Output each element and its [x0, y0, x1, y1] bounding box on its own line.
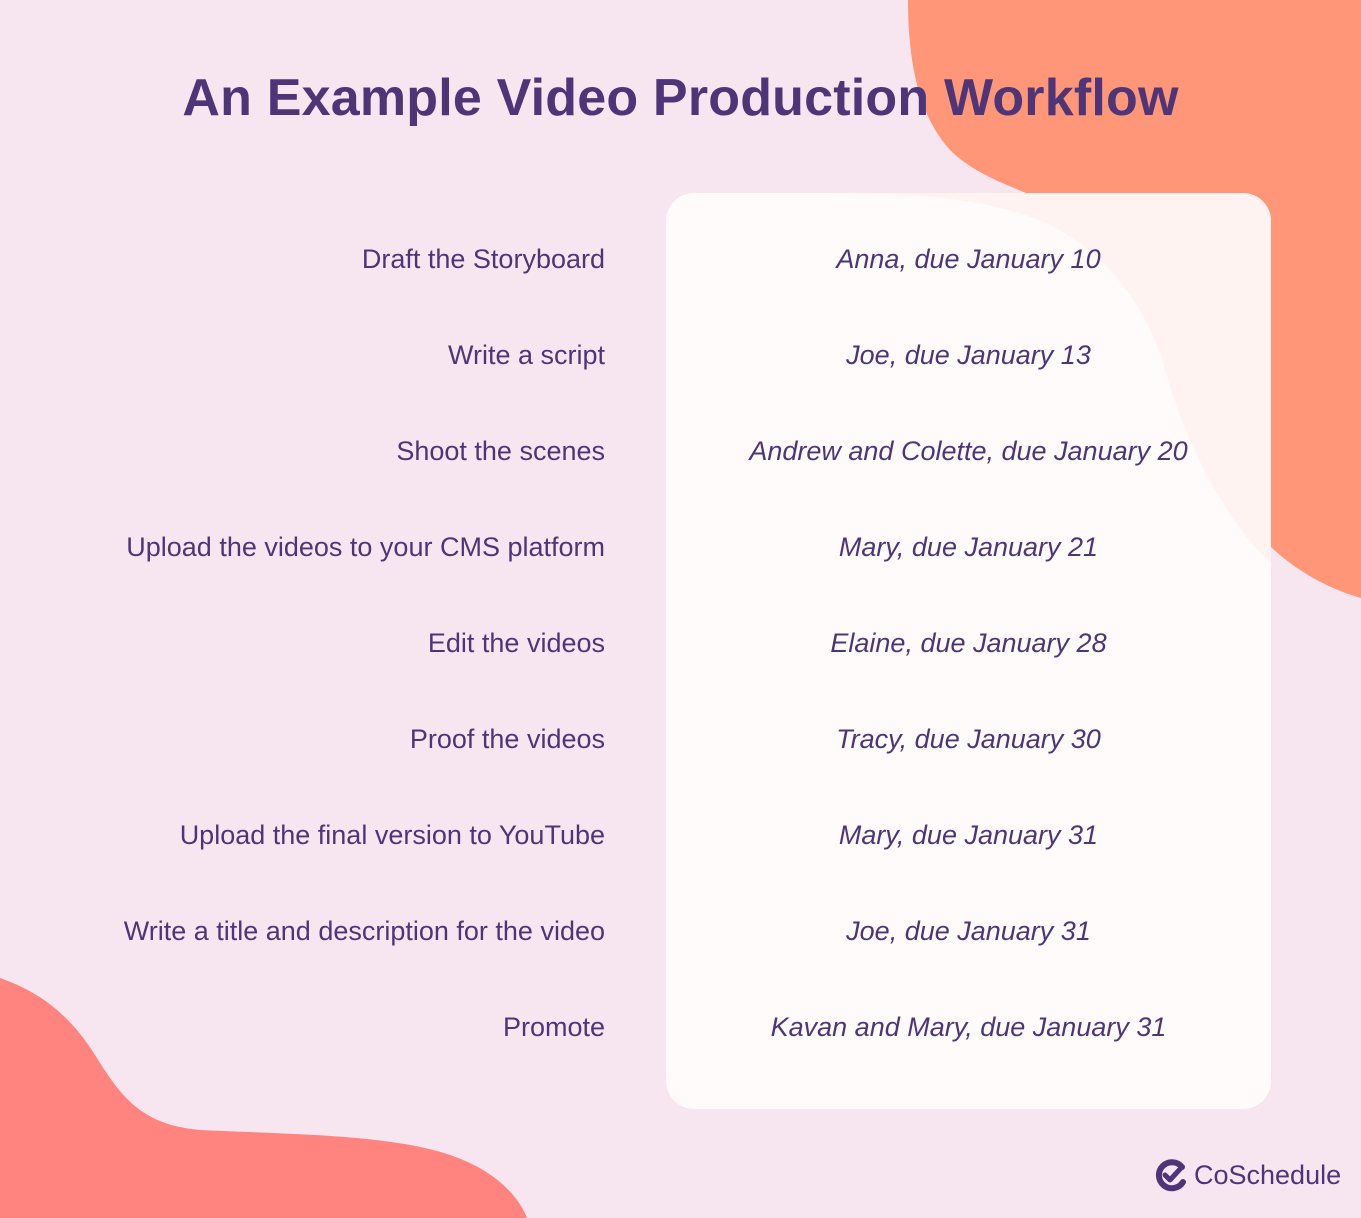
task-label: Shoot the scenes [396, 436, 605, 466]
brand-name: CoSchedule [1194, 1159, 1342, 1190]
owner-due-label: Tracy, due January 30 [836, 724, 1101, 754]
owner-due-label: Mary, due January 31 [838, 820, 1099, 850]
coschedule-logo: CoSchedule [1154, 1158, 1341, 1192]
check-circle-logo-icon [1155, 1159, 1186, 1192]
task-label: Upload the videos to your CMS platform [126, 532, 605, 562]
task-label: Proof the videos [409, 724, 605, 754]
task-label: Write a title and description for the vi… [123, 916, 605, 946]
page-title: An Example Video Production Workflow [182, 69, 1179, 127]
task-label: Write a script [447, 340, 605, 370]
task-label: Promote [502, 1012, 605, 1042]
bottom-left-blob [0, 978, 527, 1218]
owner-due-label: Andrew and Colette, due January 20 [749, 436, 1188, 466]
owner-due-label: Joe, due January 31 [846, 916, 1091, 946]
task-label: Edit the videos [427, 628, 605, 658]
owner-due-label: Mary, due January 21 [838, 532, 1099, 562]
owner-due-label: Anna, due January 10 [836, 244, 1101, 274]
task-label: Upload the final version to YouTube [179, 820, 605, 850]
owner-due-label: Joe, due January 13 [846, 340, 1091, 370]
owner-due-label: Elaine, due January 28 [830, 628, 1107, 658]
task-label: Draft the Storyboard [361, 244, 605, 274]
owner-due-label: Kavan and Mary, due January 31 [770, 1012, 1167, 1042]
